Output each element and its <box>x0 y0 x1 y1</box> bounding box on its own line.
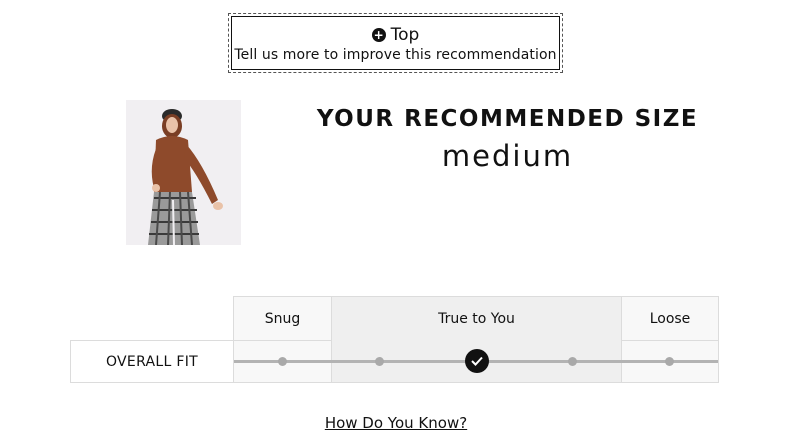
size-recommendation-panel: + Top Tell us more to improve this recom… <box>0 0 792 446</box>
fit-selected-marker <box>465 349 489 373</box>
top-toggle-row: + Top <box>371 24 420 46</box>
top-toggle-frame: + Top Tell us more to improve this recom… <box>228 13 563 73</box>
how-do-you-know-link[interactable]: How Do You Know? <box>0 414 792 432</box>
overall-fit-label: OVERALL FIT <box>71 341 233 382</box>
recommended-size-heading: YOUR RECOMMENDED SIZE <box>316 106 699 132</box>
plus-circle-icon: + <box>371 27 386 42</box>
top-toggle-button[interactable]: + Top Tell us more to improve this recom… <box>231 16 560 70</box>
fit-scale-point <box>375 357 384 366</box>
top-toggle-label: Top <box>390 24 420 45</box>
fit-scale-point <box>278 357 287 366</box>
fit-column-snug: Snug <box>264 310 301 327</box>
check-icon <box>471 356 483 366</box>
fit-column-true-to-you: True to You <box>438 310 515 327</box>
fit-scale-point <box>665 357 674 366</box>
product-image <box>126 100 241 245</box>
product-image-illustration <box>126 100 241 245</box>
recommended-size-value: medium <box>441 139 574 173</box>
top-toggle-subtitle: Tell us more to improve this recommendat… <box>234 46 557 63</box>
fit-scale-point <box>568 357 577 366</box>
fit-column-loose: Loose <box>649 310 691 327</box>
